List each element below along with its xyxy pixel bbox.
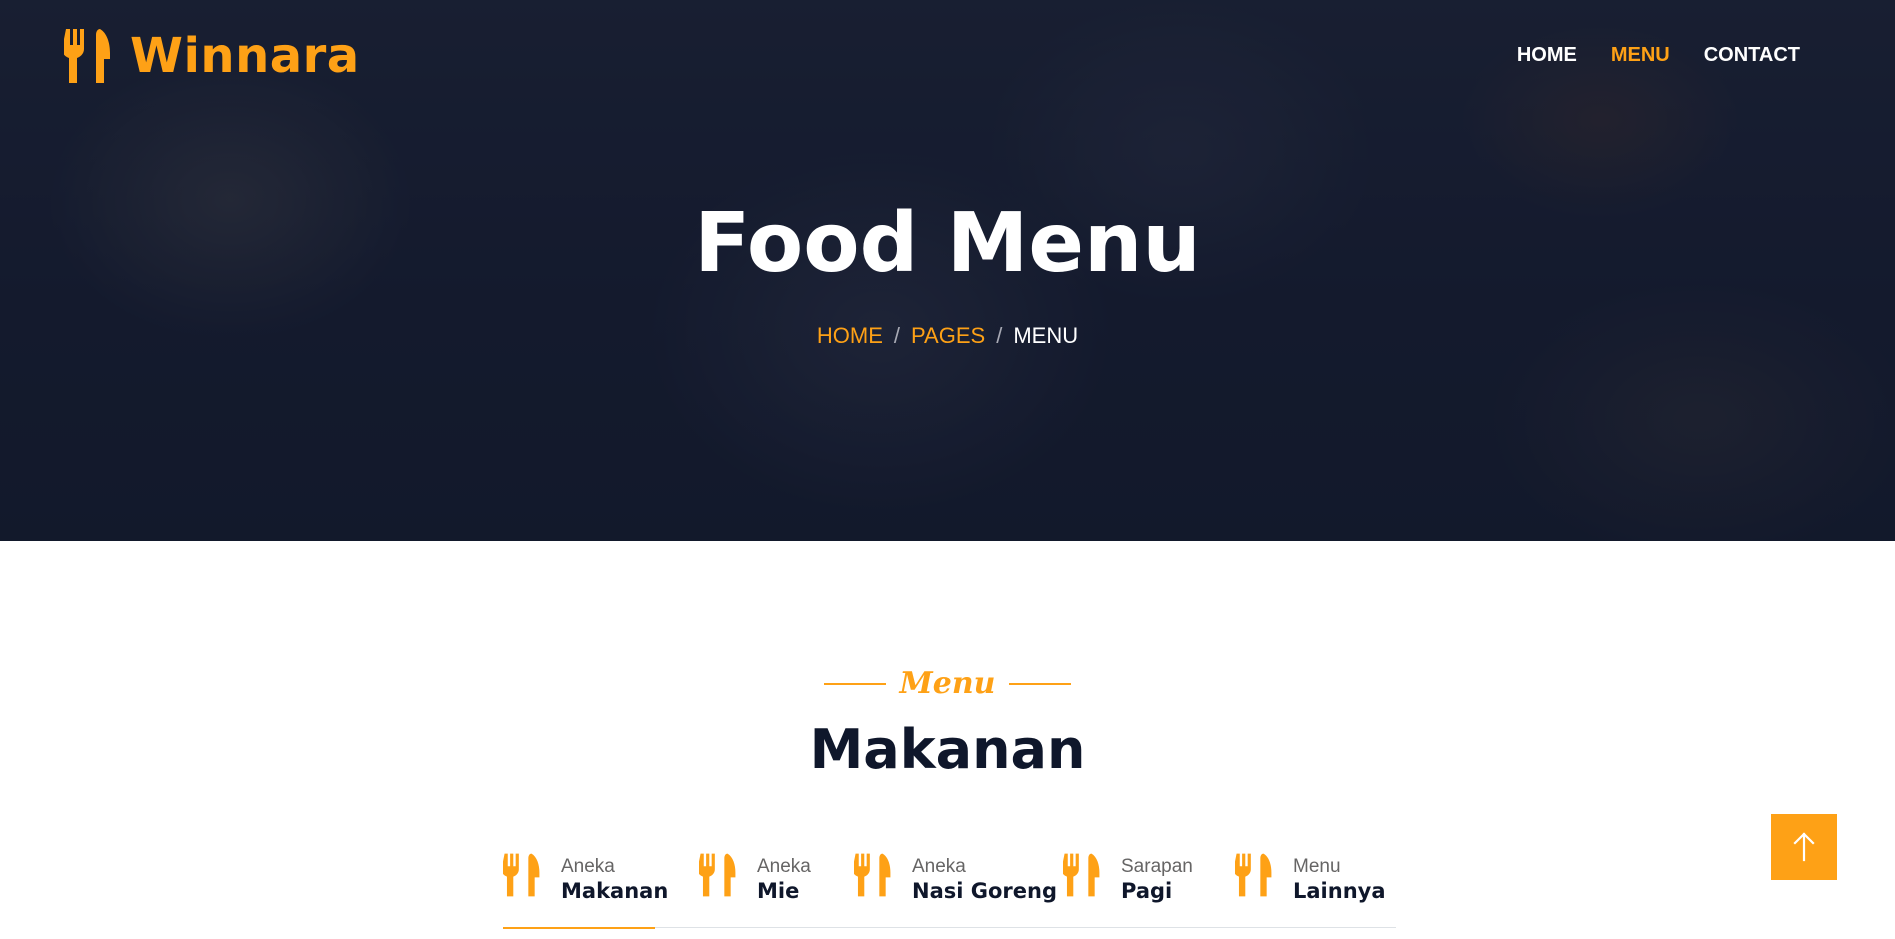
tab-small-label: Sarapan: [1121, 856, 1193, 877]
breadcrumb-home[interactable]: HOME: [817, 323, 883, 348]
tab-aneka-mie[interactable]: Aneka Mie: [699, 850, 811, 927]
nav-menu[interactable]: MENU: [1611, 44, 1670, 67]
tab-big-label: Makanan: [561, 879, 669, 903]
tab-small-label: Aneka: [757, 856, 811, 877]
tab-big-label: Pagi: [1121, 879, 1173, 903]
breadcrumb-separator: /: [996, 323, 1003, 348]
utensils-icon: [1235, 853, 1272, 897]
tab-aneka-makanan[interactable]: Aneka Makanan: [503, 850, 668, 929]
utensils-icon: [64, 29, 110, 83]
tag-line-left: [823, 682, 886, 685]
tab-big-label: Mie: [757, 879, 800, 903]
section-tag-text: Menu: [899, 666, 996, 701]
hero-header: Winnara HOME MENU CONTACT Food Menu HOME…: [0, 0, 1895, 541]
arrow-up-icon: [1793, 832, 1815, 862]
tab-big-label: Lainnya: [1293, 879, 1386, 903]
breadcrumb: HOME / PAGES / MENU: [0, 323, 1895, 349]
breadcrumb-menu: MENU: [1013, 323, 1079, 348]
tab-aneka-nasi-goreng[interactable]: Aneka Nasi Goreng: [854, 850, 1057, 927]
main-nav: HOME MENU CONTACT: [1483, 44, 1800, 67]
utensils-icon: [854, 853, 891, 897]
section-title: Makanan: [809, 718, 1086, 781]
nav-contact[interactable]: CONTACT: [1704, 44, 1800, 67]
menu-tabs: Aneka Makanan Aneka Mie Aneka Nasi Goren…: [503, 850, 1396, 929]
breadcrumb-pages[interactable]: PAGES: [911, 323, 985, 348]
tab-big-label: Nasi Goreng: [912, 879, 1058, 903]
utensils-icon: [503, 853, 540, 897]
tab-small-label: Aneka: [561, 856, 615, 877]
tab-small-label: Aneka: [912, 856, 966, 877]
back-to-top-button[interactable]: [1771, 814, 1837, 880]
page-title: Food Menu: [694, 196, 1201, 291]
tab-menu-lainnya[interactable]: Menu Lainnya: [1235, 850, 1386, 927]
nav-home[interactable]: HOME: [1517, 44, 1577, 67]
tab-small-label: Menu: [1293, 856, 1341, 877]
tag-line-right: [1009, 682, 1072, 685]
breadcrumb-separator: /: [893, 323, 901, 348]
tab-sarapan-pagi[interactable]: Sarapan Pagi: [1063, 850, 1193, 927]
utensils-icon: [1063, 853, 1100, 897]
brand-logo[interactable]: Winnara: [64, 26, 360, 86]
section-tag: Menu: [0, 666, 1895, 701]
utensils-icon: [699, 853, 736, 897]
brand-name: Winnara: [130, 28, 360, 84]
